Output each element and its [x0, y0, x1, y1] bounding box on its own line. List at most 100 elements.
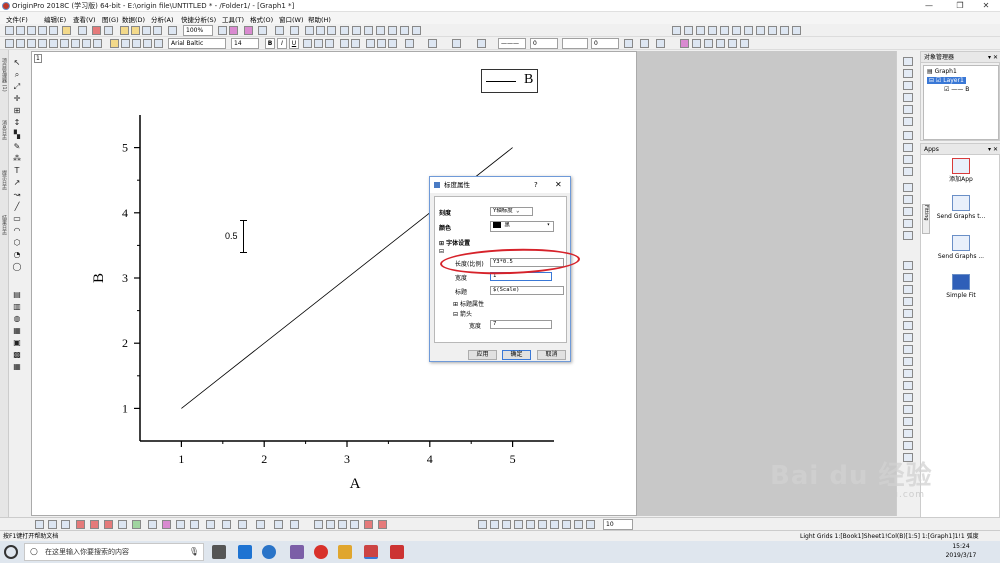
plot-type-template-icon[interactable]: [903, 441, 913, 450]
layer-number-badge[interactable]: 1: [34, 54, 42, 63]
screen-reader-icon[interactable]: ✛: [12, 94, 22, 103]
plot-linesymbol-icon[interactable]: [61, 520, 70, 529]
forward-icon[interactable]: [502, 520, 511, 529]
new-function-icon[interactable]: [78, 26, 87, 35]
font-color-icon[interactable]: [405, 39, 414, 48]
redo-icon[interactable]: [154, 39, 163, 48]
messages-log-icon[interactable]: [352, 26, 361, 35]
add-worksheet-icon[interactable]: ▦: [12, 362, 22, 371]
plot-type-bar-icon[interactable]: [903, 309, 913, 318]
save-template-icon[interactable]: [153, 26, 162, 35]
add-picture-icon[interactable]: ▣: [12, 338, 22, 347]
menu-view[interactable]: 查看(V): [73, 14, 96, 24]
scale-bar-label[interactable]: 0.5: [225, 231, 238, 241]
extract-layer-icon[interactable]: [720, 26, 729, 35]
apply-button[interactable]: 应用: [468, 350, 497, 360]
ok-button[interactable]: 确定: [502, 350, 531, 360]
ungroup-objects-icon[interactable]: [378, 520, 387, 529]
front-icon[interactable]: [478, 520, 487, 529]
legend-box[interactable]: B: [481, 69, 538, 93]
arrow-node[interactable]: ⊟ 箭头: [453, 309, 472, 318]
reset-scale-icon[interactable]: [792, 26, 801, 35]
bottom-font-size-combobox[interactable]: 10: [603, 519, 633, 530]
tree-item-layer[interactable]: ⊟ ☑ Layer1: [927, 77, 966, 84]
origin-taskbar-icon[interactable]: [364, 545, 378, 559]
new-graph-icon[interactable]: [38, 26, 47, 35]
code-builder-icon[interactable]: [316, 26, 325, 35]
arrow-head-icon[interactable]: [640, 39, 649, 48]
distribute-icon[interactable]: [586, 520, 595, 529]
tab-project-explorer[interactable]: 项目管理器 (1): [1, 58, 8, 92]
menu-data[interactable]: 数据(D): [122, 14, 145, 24]
apps-panel-close-icon[interactable]: ▾ ✕: [988, 144, 998, 155]
font-size-combobox[interactable]: 14: [231, 38, 259, 49]
cancel-button[interactable]: 取消: [537, 350, 566, 360]
align-right-icon[interactable]: [388, 39, 397, 48]
layer-add-icon[interactable]: [684, 26, 693, 35]
plot-template-icon[interactable]: [274, 520, 283, 529]
object-manager-icon[interactable]: [376, 26, 385, 35]
plot-type-column-icon[interactable]: [903, 297, 913, 306]
x-tick-label-3[interactable]: 4: [427, 452, 433, 466]
increase-font-icon[interactable]: [340, 39, 349, 48]
axes-all-icon[interactable]: [903, 207, 913, 216]
dialog-close-button[interactable]: ✕: [555, 177, 562, 193]
layer-link-icon[interactable]: [696, 26, 705, 35]
y-axis-title[interactable]: B: [91, 273, 107, 283]
brush-tool-icon[interactable]: ✎: [12, 142, 22, 151]
plot-stack-icon[interactable]: [104, 520, 113, 529]
photos-icon[interactable]: [290, 545, 304, 559]
app-send-graphs-1[interactable]: Send Graphs t...: [931, 195, 991, 220]
flip-h-icon[interactable]: [538, 520, 547, 529]
import-icon[interactable]: [168, 26, 177, 35]
color-select[interactable]: 黑 ▾: [490, 221, 554, 232]
plot-3d-icon[interactable]: [256, 520, 265, 529]
plot-polar-icon[interactable]: [148, 520, 157, 529]
fill-color-icon[interactable]: [428, 39, 437, 48]
netease-music-icon[interactable]: [314, 545, 328, 559]
copy-page-icon[interactable]: [290, 26, 299, 35]
scale-select[interactable]: Y轴标度 ⌄: [490, 207, 533, 216]
lasso-tool-icon[interactable]: ◔: [12, 250, 22, 259]
plot-type-line-icon[interactable]: [903, 261, 913, 270]
add-color-scale-icon[interactable]: ▥: [12, 302, 22, 311]
start-button-icon[interactable]: [4, 545, 18, 559]
sort-icon[interactable]: [49, 39, 58, 48]
bold-button[interactable]: B: [265, 38, 275, 49]
mask-toggle-icon[interactable]: [716, 39, 725, 48]
project-explorer-icon[interactable]: [327, 26, 336, 35]
same-height-icon[interactable]: [574, 520, 583, 529]
plot-area-icon[interactable]: [118, 520, 127, 529]
arrow-tail-icon[interactable]: [656, 39, 665, 48]
arrow-tool-icon[interactable]: ↗: [12, 178, 22, 187]
rectangle-tool-icon[interactable]: ▭: [12, 214, 22, 223]
backward-icon[interactable]: [514, 520, 523, 529]
curved-arrow-tool-icon[interactable]: ↝: [12, 190, 22, 199]
close-window-button[interactable]: ✕: [972, 0, 1000, 12]
transpose-icon[interactable]: [93, 39, 102, 48]
add-timestamp-icon[interactable]: [744, 26, 753, 35]
open-icon[interactable]: [120, 26, 129, 35]
save-icon[interactable]: [142, 26, 151, 35]
video-tutorial-icon[interactable]: [412, 26, 421, 35]
left-axis-icon[interactable]: [903, 131, 913, 140]
worksheet-icon[interactable]: [16, 39, 25, 48]
superscript-icon[interactable]: [303, 39, 312, 48]
new-notes-icon[interactable]: [62, 26, 71, 35]
merge-graph-icon[interactable]: [708, 26, 717, 35]
plot-type-scatter-icon[interactable]: [903, 273, 913, 282]
line-width-combobox-2[interactable]: 0: [591, 38, 619, 49]
copy-icon[interactable]: [121, 39, 130, 48]
new-layout-icon[interactable]: [92, 26, 101, 35]
align-object-top-icon[interactable]: [338, 520, 347, 529]
data-selector-icon[interactable]: ▚: [12, 130, 22, 139]
unmask-icon[interactable]: [704, 39, 713, 48]
app-taskbar-icon[interactable]: [390, 545, 404, 559]
back-icon[interactable]: [490, 520, 499, 529]
align-center-icon[interactable]: [377, 39, 386, 48]
tree-item-plot[interactable]: ☑ —— B: [944, 86, 969, 93]
plot-type-3d-icon[interactable]: [903, 357, 913, 366]
plot-line-icon[interactable]: [35, 520, 44, 529]
file-explorer-icon[interactable]: [338, 545, 352, 559]
menu-window[interactable]: 窗口(W): [279, 14, 304, 24]
